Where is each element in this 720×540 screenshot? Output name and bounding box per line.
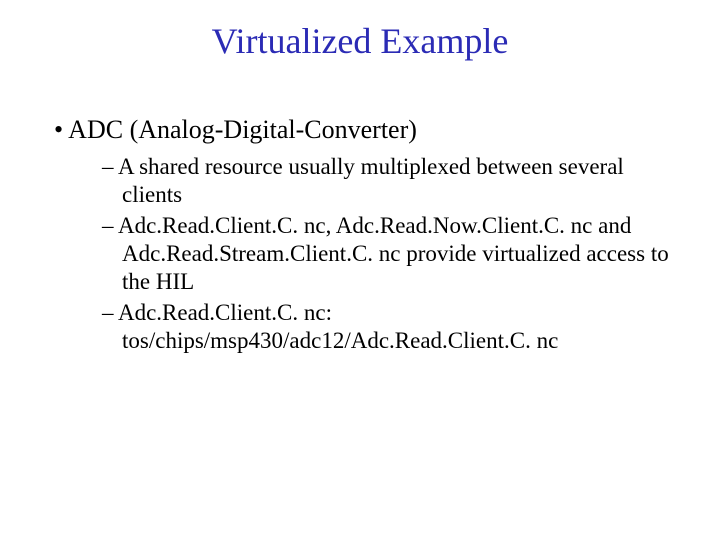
slide-body: ADC (Analog-Digital-Converter) A shared … <box>54 114 680 358</box>
bullet-level-2: A shared resource usually multiplexed be… <box>102 153 680 208</box>
bullet-level-2: Adc.Read.Client.C. nc, Adc.Read.Now.Clie… <box>102 212 680 295</box>
bullet-level-2: Adc.Read.Client.C. nc: tos/chips/msp430/… <box>102 299 680 354</box>
slide: Virtualized Example ADC (Analog-Digital-… <box>0 0 720 540</box>
slide-title: Virtualized Example <box>0 20 720 62</box>
bullet-level-1: ADC (Analog-Digital-Converter) <box>54 114 680 145</box>
sub-bullets: A shared resource usually multiplexed be… <box>102 153 680 354</box>
